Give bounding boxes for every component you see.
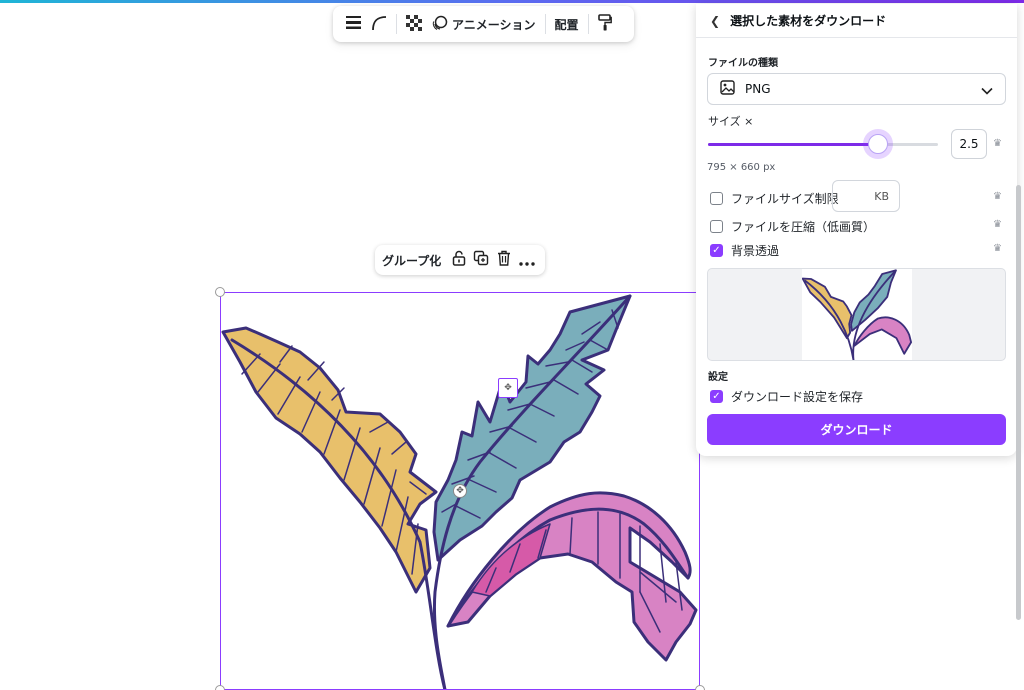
sub-element-move-handle[interactable]: ✥ bbox=[498, 378, 518, 398]
kb-unit: KB bbox=[874, 189, 889, 203]
file-size-limit-option[interactable]: ファイルサイズ制限 bbox=[710, 190, 839, 207]
compress-checkbox[interactable] bbox=[710, 220, 723, 233]
arrange-button[interactable]: 配置 bbox=[550, 10, 584, 38]
download-panel: ❮ 選択した素材をダウンロード ファイルの種類 PNG サイズ × 2.5 ♛ … bbox=[696, 4, 1017, 456]
preview-leaf-image bbox=[801, 269, 912, 360]
selection-context-menu: グループ化 bbox=[375, 245, 545, 275]
panel-header: ❮ 選択した素材をダウンロード bbox=[696, 4, 1017, 38]
group-button[interactable]: グループ化 bbox=[382, 252, 441, 269]
settings-label: 設定 bbox=[708, 372, 728, 383]
trash-icon bbox=[497, 250, 511, 270]
image-icon bbox=[720, 79, 735, 99]
lock-button[interactable] bbox=[447, 248, 470, 272]
toolbar-separator bbox=[396, 14, 397, 34]
crown-icon: ♛ bbox=[993, 219, 1002, 230]
toolbar-separator bbox=[587, 14, 589, 34]
panel-scrollbar[interactable] bbox=[1016, 185, 1021, 620]
transparent-bg-option[interactable]: ✓ 背景透過 bbox=[710, 242, 779, 259]
animation-button[interactable]: アニメーション bbox=[427, 10, 541, 38]
transparency-button[interactable] bbox=[401, 10, 427, 38]
size-slider-thumb[interactable] bbox=[868, 134, 889, 154]
unlock-icon bbox=[452, 250, 466, 270]
chevron-down-icon bbox=[981, 80, 993, 99]
crown-icon: ♛ bbox=[993, 138, 1002, 149]
size-label: サイズ × bbox=[708, 115, 754, 128]
download-button[interactable]: ダウンロード bbox=[707, 414, 1006, 445]
download-preview bbox=[707, 268, 1006, 361]
move-icon: ✥ bbox=[504, 383, 512, 393]
crown-icon: ♛ bbox=[993, 243, 1002, 254]
animation-label: アニメーション bbox=[452, 17, 536, 32]
copy-style-button[interactable] bbox=[593, 10, 617, 38]
size-slider-fill bbox=[708, 143, 879, 146]
more-horizontal-icon bbox=[518, 251, 535, 270]
resize-handle-bottom-left[interactable] bbox=[215, 685, 225, 690]
arrange-label: 配置 bbox=[554, 17, 579, 32]
save-settings-label: ダウンロード設定を保存 bbox=[731, 390, 864, 404]
crown-icon: ♛ bbox=[993, 191, 1002, 202]
delete-button[interactable] bbox=[493, 248, 516, 272]
compress-option[interactable]: ファイルを圧縮（低画質） bbox=[710, 218, 875, 235]
canvas-stage: アニメーション 配置 グループ化 ✥ ✥ ❮ 選択した素材をダウンロード ファイ… bbox=[0, 0, 1024, 690]
output-dimensions: 795 × 660 px bbox=[707, 162, 776, 173]
resize-handle-bottom-right[interactable] bbox=[695, 685, 705, 690]
size-slider[interactable] bbox=[708, 134, 938, 154]
file-type-label: ファイルの種類 bbox=[708, 58, 778, 69]
animation-icon bbox=[432, 15, 448, 34]
file-type-value: PNG bbox=[745, 82, 771, 96]
preview-thumbnail bbox=[801, 269, 912, 360]
line-weight-button[interactable] bbox=[341, 10, 366, 38]
corner-curve-icon bbox=[371, 15, 387, 34]
duplicate-icon bbox=[473, 250, 489, 270]
paint-roller-icon bbox=[597, 14, 612, 34]
transparent-bg-checkbox[interactable]: ✓ bbox=[710, 244, 723, 257]
compress-label: ファイルを圧縮（低画質） bbox=[731, 220, 876, 234]
save-settings-checkbox[interactable]: ✓ bbox=[710, 390, 723, 403]
save-settings-option[interactable]: ✓ ダウンロード設定を保存 bbox=[710, 388, 863, 405]
checkerboard-icon bbox=[406, 14, 422, 34]
file-size-limit-input[interactable]: KB bbox=[832, 180, 900, 212]
panel-title: 選択した素材をダウンロード bbox=[730, 14, 887, 28]
duplicate-button[interactable] bbox=[470, 248, 493, 272]
top-progress-line bbox=[0, 0, 1024, 3]
file-type-select[interactable]: PNG bbox=[707, 73, 1006, 105]
file-size-limit-label: ファイルサイズ制限 bbox=[731, 192, 839, 206]
resize-handle-top-left[interactable] bbox=[215, 287, 225, 297]
toolbar-separator bbox=[544, 14, 546, 34]
more-options-button[interactable] bbox=[515, 248, 538, 272]
corner-rounding-button[interactable] bbox=[366, 10, 392, 38]
element-toolbar: アニメーション 配置 bbox=[333, 6, 634, 42]
size-input[interactable]: 2.5 bbox=[951, 129, 987, 159]
back-chevron-icon[interactable]: ❮ bbox=[710, 14, 720, 28]
file-size-limit-checkbox[interactable] bbox=[710, 192, 723, 205]
line-weight-icon bbox=[346, 16, 361, 32]
move-handle[interactable]: ✥ bbox=[453, 484, 467, 498]
move-icon: ✥ bbox=[456, 486, 464, 496]
transparent-bg-label: 背景透過 bbox=[731, 244, 780, 258]
